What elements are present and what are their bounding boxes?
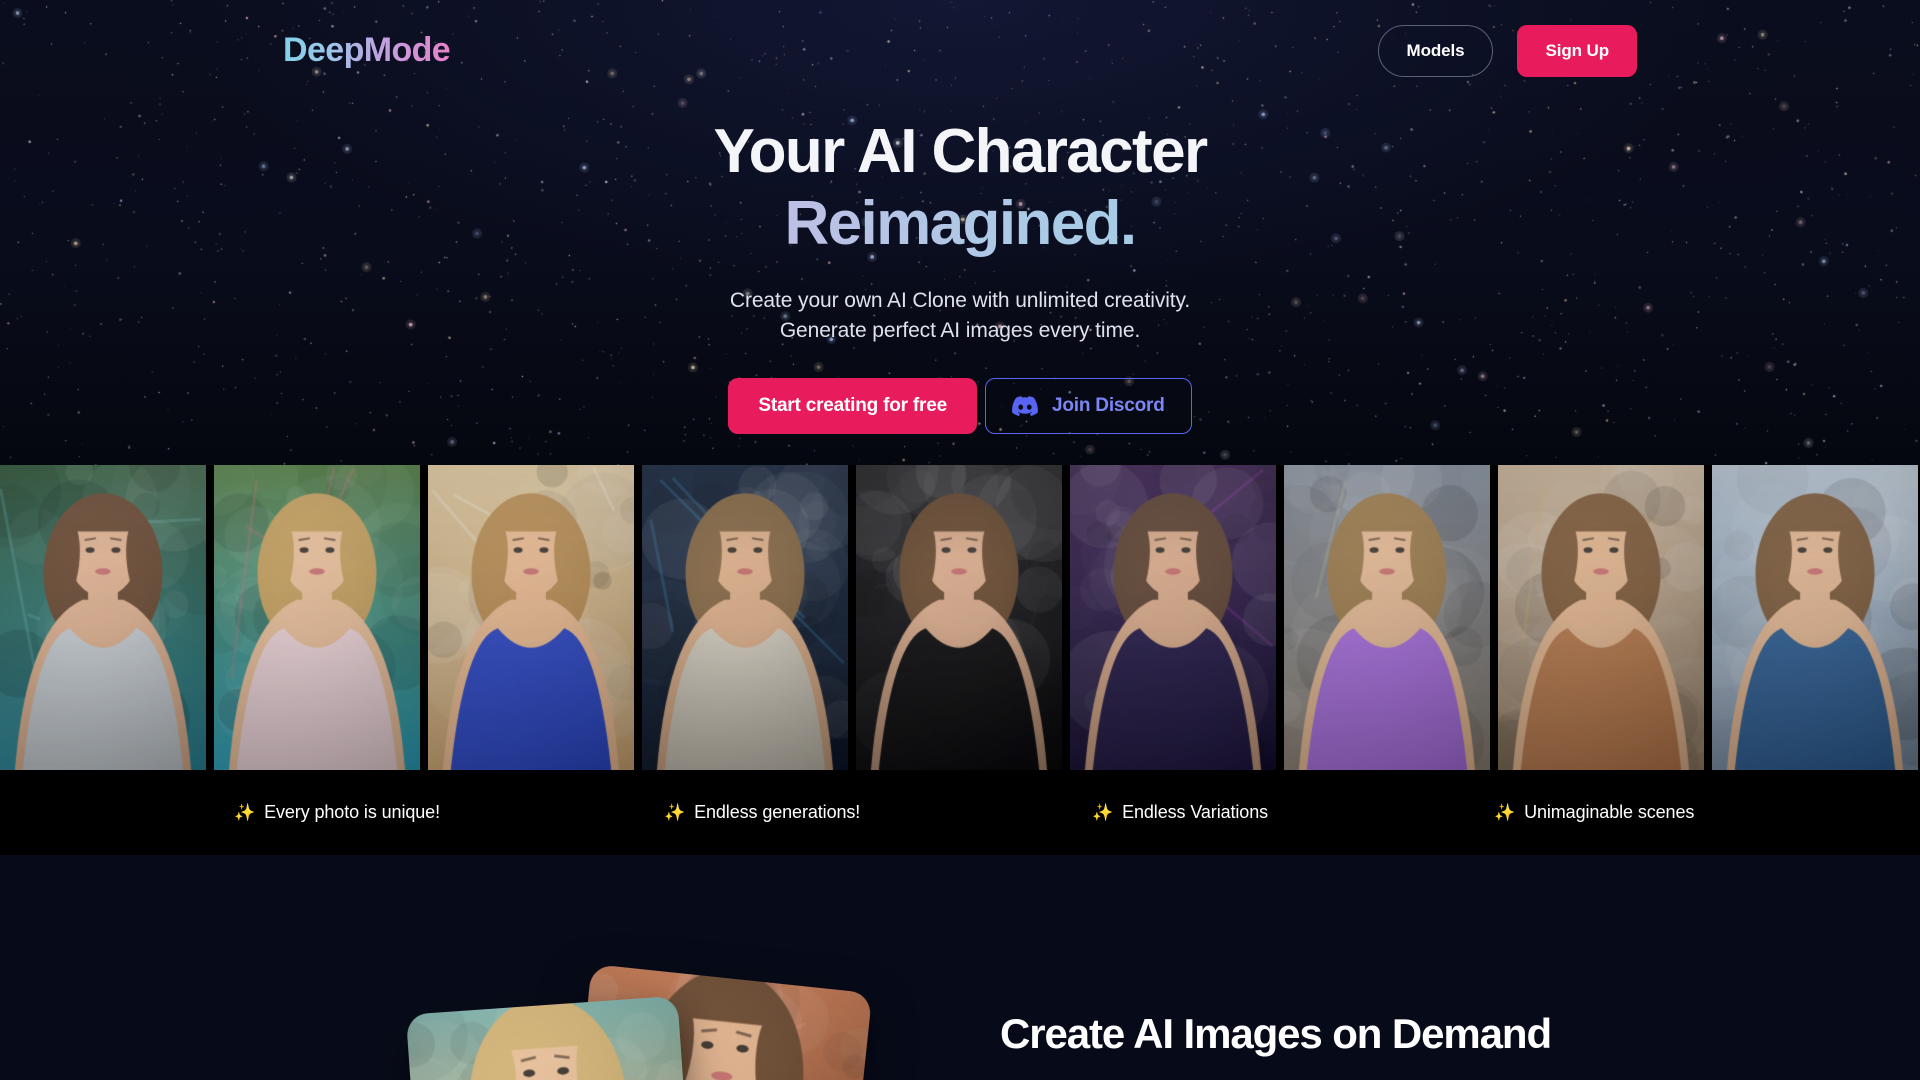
gallery-caption: ✨ Endless generations! — [664, 802, 860, 823]
sparkles-icon: ✨ — [1494, 803, 1516, 822]
hero-headline-line-1: Your AI Character — [713, 117, 1208, 186]
thumbnail-overlay — [1070, 465, 1276, 770]
gallery-thumbnail[interactable] — [214, 465, 420, 770]
gallery-thumbnail[interactable] — [428, 465, 634, 770]
header-actions: Models Sign Up — [1377, 25, 1637, 77]
hero-cta-row: Start creating for free Join Discord — [0, 378, 1920, 434]
join-discord-button[interactable]: Join Discord — [984, 378, 1192, 434]
hero-headline-line-2: Reimagined. — [0, 188, 1920, 264]
gallery-thumbnail[interactable] — [1712, 465, 1918, 770]
hero-headline: Your AI Character Reimagined. — [0, 116, 1920, 264]
gallery-caption-label: Unimaginable scenes — [1524, 802, 1695, 822]
site-header: DeepMode Models Sign Up — [0, 0, 1920, 102]
thumbnail-overlay — [1498, 465, 1704, 770]
sparkles-icon: ✨ — [1092, 803, 1114, 822]
gallery-caption-label: Endless generations! — [694, 802, 861, 822]
landing-page: DeepMode Models Sign Up Your AI Characte… — [0, 0, 1920, 1080]
gallery-thumbnail[interactable] — [856, 465, 1062, 770]
gallery-thumbnail[interactable] — [1498, 465, 1704, 770]
thumbnail-overlay — [1712, 465, 1918, 770]
gallery-caption: ✨ Endless Variations — [1092, 802, 1268, 823]
hero-subheadline: Create your own AI Clone with unlimited … — [0, 286, 1920, 346]
thumbnail-overlay — [856, 465, 1062, 770]
gallery-caption: ✨ Unimaginable scenes — [1494, 802, 1694, 823]
thumbnail-overlay — [0, 465, 206, 770]
hero-content: Your AI Character Reimagined. Create you… — [0, 116, 1920, 434]
hero-subheadline-line-1: Create your own AI Clone with unlimited … — [729, 289, 1191, 312]
gallery-band: ✨ Every photo is unique! ✨ Endless gener… — [0, 465, 1920, 855]
gallery-captions: ✨ Every photo is unique! ✨ Endless gener… — [0, 770, 1920, 855]
gallery-caption-label: Every photo is unique! — [264, 802, 440, 822]
on-demand-title: Create AI Images on Demand — [1000, 1010, 1552, 1057]
discord-icon — [1012, 396, 1038, 416]
gallery-thumbnail[interactable] — [1284, 465, 1490, 770]
sparkles-icon: ✨ — [234, 803, 256, 822]
gallery-caption-label: Endless Variations — [1122, 802, 1269, 822]
join-discord-label: Join Discord — [1051, 395, 1165, 416]
thumbnail-overlay — [428, 465, 634, 770]
gallery-thumbnail[interactable] — [0, 465, 206, 770]
gallery-thumbnail[interactable] — [642, 465, 848, 770]
gallery-thumbnail[interactable] — [1070, 465, 1276, 770]
on-demand-section — [0, 855, 1920, 1080]
gallery-strip[interactable] — [0, 465, 1920, 770]
gallery-caption: ✨ Every photo is unique! — [234, 802, 440, 823]
sign-up-button[interactable]: Sign Up — [1517, 25, 1637, 77]
models-button[interactable]: Models — [1377, 25, 1494, 77]
brand-logo[interactable]: DeepMode — [283, 33, 451, 69]
start-creating-button[interactable]: Start creating for free — [728, 378, 977, 434]
thumbnail-overlay — [214, 465, 420, 770]
hero-subheadline-line-2: Generate perfect AI images every time. — [779, 319, 1141, 342]
sparkles-icon: ✨ — [664, 803, 686, 822]
tilted-card-front[interactable] — [405, 995, 695, 1080]
tilted-card-cluster — [400, 963, 873, 1080]
thumbnail-overlay — [1284, 465, 1490, 770]
thumbnail-overlay — [642, 465, 848, 770]
